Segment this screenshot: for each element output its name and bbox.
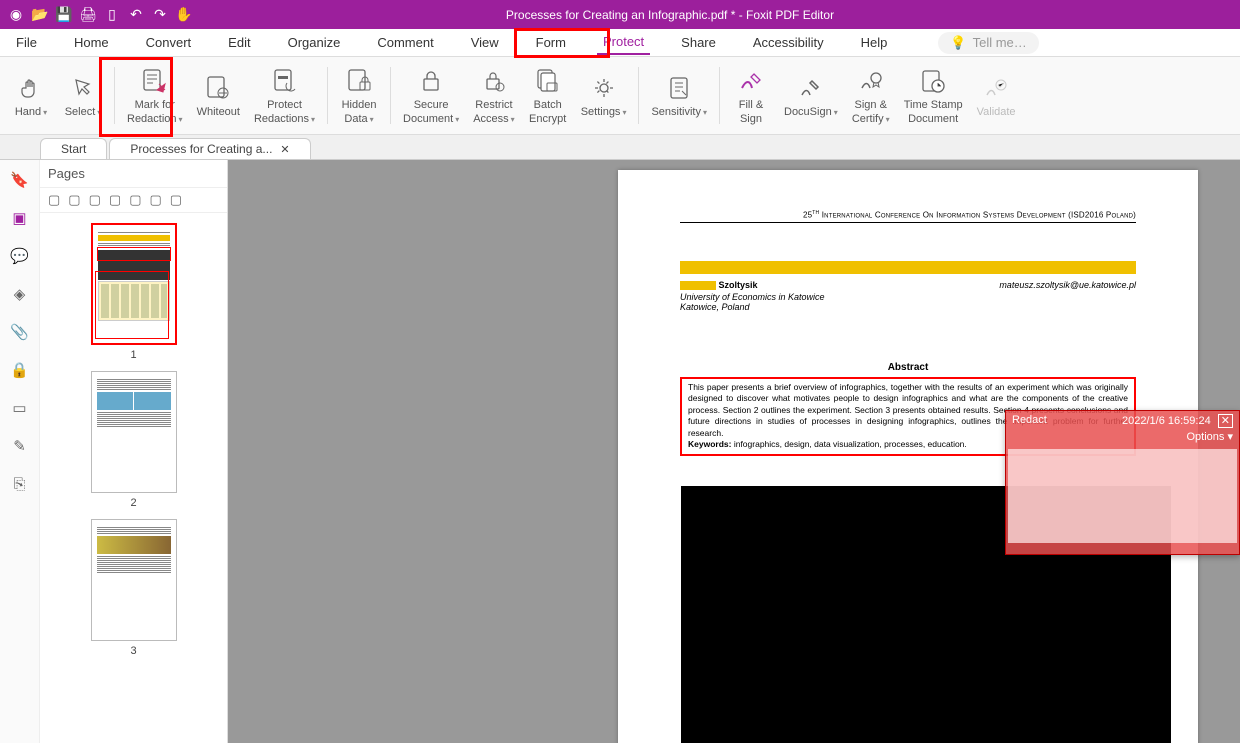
thumb-2[interactable]: 2 <box>88 371 180 509</box>
comment-type: Redact <box>1012 414 1047 427</box>
protect-redactions-button[interactable]: Protect Redactions <box>248 61 321 130</box>
tab-start[interactable]: Start <box>40 138 107 159</box>
redo-icon[interactable]: ↷ <box>152 7 168 23</box>
pp-tool-4[interactable]: ▢ <box>109 192 121 208</box>
thumb-1[interactable]: 1 <box>88 223 180 361</box>
abstract-heading: Abstract <box>680 362 1136 373</box>
bookmarks-icon[interactable]: 🔖 <box>10 170 30 190</box>
open-icon[interactable]: 📂 <box>32 7 48 23</box>
side-panel: 🔖 ▣ 💬 ◈ 📎 🔒 ▭ ✎ ⎘ <box>0 160 40 743</box>
mark-for-redaction-button[interactable]: Mark for Redaction <box>121 61 189 130</box>
pp-tool-5[interactable]: ▢ <box>129 192 141 208</box>
tab-document[interactable]: Processes for Creating a...✕ <box>109 138 310 159</box>
whiteout-button[interactable]: Whiteout <box>191 61 246 130</box>
menu-edit[interactable]: Edit <box>222 31 256 54</box>
layers-icon[interactable]: ◈ <box>10 284 30 304</box>
hidden-data-button[interactable]: Hidden Data <box>334 61 384 130</box>
tell-me-search[interactable]: 💡Tell me… <box>938 32 1038 54</box>
pp-tool-6[interactable]: ▢ <box>149 192 161 208</box>
print-icon[interactable]: 🖨 <box>80 7 96 23</box>
pp-tool-3[interactable]: ▢ <box>89 192 101 208</box>
docusign-button[interactable]: DocuSign <box>778 61 844 130</box>
hand-button[interactable]: Hand <box>6 61 56 130</box>
hand-qa-icon[interactable]: ✋ <box>176 7 192 23</box>
save-icon[interactable]: 💾 <box>56 7 72 23</box>
batch-encrypt-button[interactable]: Batch Encrypt <box>523 61 573 130</box>
app-icon[interactable]: ◉ <box>8 7 24 23</box>
author-email: mateusz.szoltysik@ue.katowice.pl <box>999 280 1136 290</box>
menu-organize[interactable]: Organize <box>282 31 347 54</box>
pages-panel-toolbar: ▢ ▢ ▢ ▢ ▢ ▢ ▢ <box>40 188 227 213</box>
menu-comment[interactable]: Comment <box>371 31 439 54</box>
menu-convert[interactable]: Convert <box>140 31 198 54</box>
fields-icon[interactable]: ▭ <box>10 398 30 418</box>
menu-help[interactable]: Help <box>855 31 894 54</box>
pages-icon[interactable]: ▣ <box>10 208 30 228</box>
clipboard-icon[interactable]: ⎘ <box>10 474 30 494</box>
settings-button[interactable]: Settings <box>575 61 633 130</box>
conference-header: 25TH International Conference On Informa… <box>680 210 1136 223</box>
menu-share[interactable]: Share <box>675 31 722 54</box>
redact-comment-popup[interactable]: Redact 2022/1/6 16:59:24 ✕ Options ▾ <box>1005 410 1240 555</box>
menu-form[interactable]: Form <box>530 31 572 54</box>
menu-accessibility[interactable]: Accessibility <box>747 31 830 54</box>
comment-body[interactable] <box>1008 449 1237 543</box>
close-tab-icon[interactable]: ✕ <box>280 143 289 156</box>
security-icon[interactable]: 🔒 <box>10 360 30 380</box>
comment-close-icon[interactable]: ✕ <box>1218 414 1233 428</box>
validate-button[interactable]: Validate <box>971 61 1022 130</box>
page-icon[interactable]: ▯ <box>104 7 120 23</box>
pp-tool-7[interactable]: ▢ <box>170 192 182 208</box>
comment-timestamp: 2022/1/6 16:59:24 <box>1122 415 1211 427</box>
thumbnails: 1 2 3 <box>40 213 227 743</box>
document-area[interactable]: 25TH International Conference On Informa… <box>228 160 1240 743</box>
restrict-access-button[interactable]: Restrict Access <box>467 61 520 130</box>
thumb-3[interactable]: 3 <box>88 519 180 657</box>
bulb-icon: 💡 <box>950 35 966 51</box>
fill-sign-button[interactable]: Fill & Sign <box>726 61 776 130</box>
signatures-icon[interactable]: ✎ <box>10 436 30 456</box>
window-title: Processes for Creating an Infographic.pd… <box>200 8 1240 22</box>
comments-icon[interactable]: 💬 <box>10 246 30 266</box>
menu-view[interactable]: View <box>465 31 505 54</box>
workspace: 🔖 ▣ 💬 ◈ 📎 🔒 ▭ ✎ ⎘ Pages ▢ ▢ ▢ ▢ ▢ ▢ ▢ <box>0 160 1240 743</box>
attachments-icon[interactable]: 📎 <box>10 322 30 342</box>
redacted-firstname <box>680 281 716 290</box>
pages-panel-title: Pages <box>40 160 227 188</box>
ribbon: Hand Select Mark for Redaction Whiteout … <box>0 57 1240 135</box>
menu-bar: File Home Convert Edit Organize Comment … <box>0 29 1240 57</box>
secure-document-button[interactable]: Secure Document <box>397 61 465 130</box>
title-bar: ◉ 📂 💾 🖨 ▯ ↶ ↷ ✋ Processes for Creating a… <box>0 0 1240 29</box>
affiliation: University of Economics in Katowice <box>680 292 1136 302</box>
menu-file[interactable]: File <box>10 31 43 54</box>
document-tabs: Start Processes for Creating a...✕ <box>0 135 1240 160</box>
pp-tool-2[interactable]: ▢ <box>68 192 80 208</box>
timestamp-button[interactable]: Time Stamp Document <box>898 61 969 130</box>
pp-tool-1[interactable]: ▢ <box>48 192 60 208</box>
sensitivity-button[interactable]: Sensitivity <box>645 61 713 130</box>
comment-options[interactable]: Options ▾ <box>1187 431 1234 443</box>
sign-certify-button[interactable]: Sign & Certify <box>846 61 896 130</box>
pages-panel: Pages ▢ ▢ ▢ ▢ ▢ ▢ ▢ 1 <box>40 160 228 743</box>
quick-access-toolbar: ◉ 📂 💾 🖨 ▯ ↶ ↷ ✋ <box>0 7 200 23</box>
menu-protect[interactable]: Protect <box>597 30 650 55</box>
menu-home[interactable]: Home <box>68 31 115 54</box>
redacted-title <box>680 261 1136 274</box>
undo-icon[interactable]: ↶ <box>128 7 144 23</box>
author-line: Szoltysik mateusz.szoltysik@ue.katowice.… <box>680 280 1136 290</box>
location: Katowice, Poland <box>680 302 1136 312</box>
select-button[interactable]: Select <box>58 61 108 130</box>
